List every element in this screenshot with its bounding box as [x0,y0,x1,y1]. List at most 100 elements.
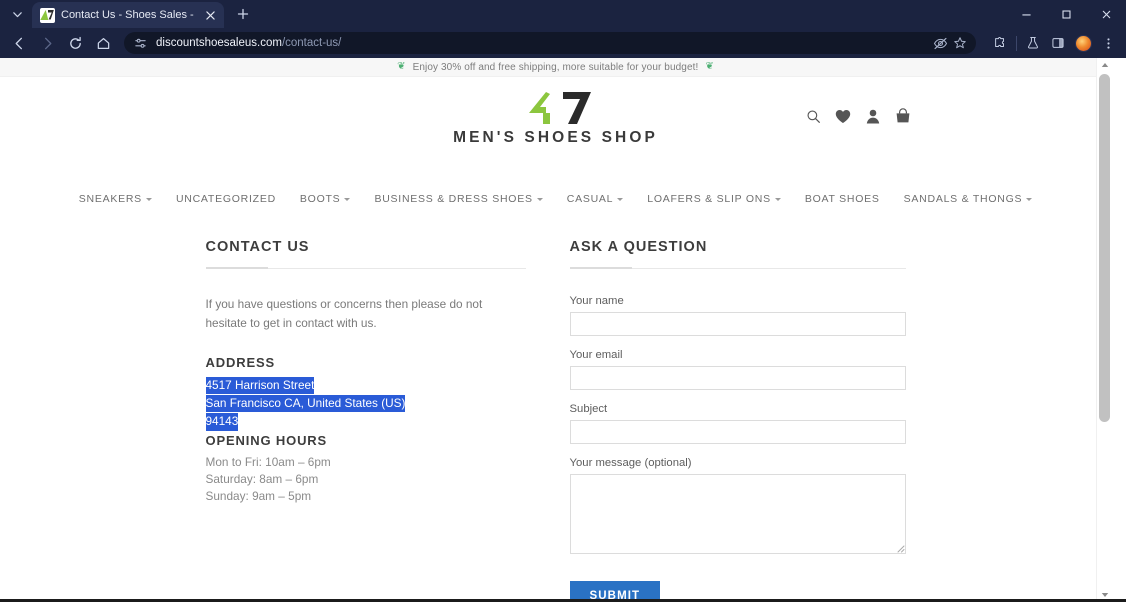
chevron-down-icon [617,198,624,201]
chrome-menu-icon[interactable] [1096,31,1120,55]
hours-line: Mon to Fri: 10am – 6pm [205,454,331,469]
field-label: Subject [569,403,608,415]
field-your-name: Your name [569,295,906,336]
field-label: Your email [569,349,623,361]
home-icon [97,37,109,49]
nav-label: UNCATEGORIZED [175,193,276,205]
field-label: Your message (optional) [569,457,692,469]
puzzle-icon [995,37,1004,47]
tab-strip: Contact Us - Shoes Sales - http [0,0,1126,28]
forward-button[interactable] [34,30,60,56]
browser-tab[interactable]: Contact Us - Shoes Sales - http [32,2,224,28]
lab-flask-icon[interactable] [1021,31,1045,55]
address-heading: ADDRESS [205,355,276,371]
bookmark-star-icon[interactable] [952,35,968,51]
nav-item-loafers-slip-ons[interactable]: LOAFERS & SLIP ONS [635,189,793,209]
website-content: ❦ Enjoy 30% off and free shipping, more … [0,58,1111,602]
chevron-down-icon [12,11,22,17]
triangle-up-icon [1101,63,1108,67]
contact-info-column: CONTACT US If you have questions or conc… [205,239,526,602]
browser-toolbar: discountshoesaleus.com/contact-us/ [0,28,1126,58]
toolbar-actions [984,31,1120,55]
field-your-email: Your email [569,349,906,390]
url-domain: discountshoesaleus.com [156,37,282,49]
promo-banner: ❦ Enjoy 30% off and free shipping, more … [0,58,1111,77]
search-icon[interactable] [805,107,821,125]
side-panel-icon[interactable] [1046,31,1070,55]
opening-hours-block: Mon to Fri: 10am – 6pm Saturday: 8am – 6… [206,454,526,505]
address-bar[interactable]: discountshoesaleus.com/contact-us/ [124,32,976,54]
nav-label: LOAFERS & SLIP ONS [647,193,771,205]
tab-close-button[interactable] [202,7,218,23]
main-navigation: SNEAKERS UNCATEGORIZED BOOTS BUSINESS & … [0,185,1111,219]
promo-text: Enjoy 30% off and free shipping, more su… [412,61,699,73]
hours-line: Saturday: 8am – 6pm [205,471,319,486]
page-title: CONTACT US [205,239,310,255]
ask-question-column: ASK A QUESTION Your name Your email Subj [569,239,906,602]
arrow-left-icon [15,37,22,49]
site-logo[interactable]: MEN'S SHOES SHOP [0,91,1111,147]
maximize-icon [1061,9,1071,19]
nav-item-business-dress-shoes[interactable]: BUSINESS & DRESS SHOES [362,189,554,209]
sliders-icon [134,38,146,48]
back-button[interactable] [6,30,32,56]
page-content: CONTACT US If you have questions or conc… [205,219,906,602]
nav-label: CASUAL [566,193,614,205]
nav-item-sandals-thongs[interactable]: SANDALS & THONGS [892,189,1045,209]
close-icon [205,10,215,20]
cart-bag-icon[interactable] [895,107,911,125]
person-icon [866,109,880,123]
home-button[interactable] [90,30,116,56]
url-text: discountshoesaleus.com/contact-us/ [156,37,924,49]
window-close-button[interactable] [1086,0,1126,28]
extensions-puzzle-icon[interactable] [988,31,1012,55]
site-favicon-icon [40,7,55,23]
close-icon [1102,10,1110,18]
title-divider [205,267,526,269]
nav-item-boots[interactable]: BOOTS [288,189,363,209]
scrollbar-thumb[interactable] [1099,74,1110,422]
form-title: ASK A QUESTION [569,239,708,255]
title-divider [569,267,906,269]
toolbar-divider [1016,35,1017,51]
triangle-down-icon [1101,593,1108,597]
field-subject: Subject [569,403,906,444]
nav-item-uncategorized[interactable]: UNCATEGORIZED [164,189,288,209]
eye-slash-icon[interactable] [932,35,948,51]
scroll-up-button[interactable] [1097,58,1112,72]
shopping-bag-icon [896,108,910,123]
chevron-down-icon [145,198,152,201]
flask-icon [1028,37,1038,49]
new-tab-button[interactable] [230,1,256,27]
nav-label: BOOTS [299,193,341,205]
contact-form: Your name Your email Subject Your messag… [569,295,906,602]
window-maximize-button[interactable] [1046,0,1086,28]
hide-password-icon [933,37,947,49]
name-input[interactable] [569,312,906,336]
reload-button[interactable] [62,30,88,56]
magnifier-icon [807,110,820,123]
page-scrollbar[interactable] [1096,58,1111,602]
kebab-menu-icon [1106,37,1110,49]
site-settings-icon[interactable] [132,35,148,51]
tab-search-button[interactable] [4,1,30,27]
window-minimize-button[interactable] [1006,0,1046,28]
subject-input[interactable] [569,420,906,444]
heart-icon [835,109,851,123]
address-line: 4517 Harrison Street [205,377,315,395]
omnibox-actions [932,35,968,51]
nav-item-sneakers[interactable]: SNEAKERS [67,189,164,209]
address-line: San Francisco CA, United States (US) [205,395,406,413]
profile-avatar-icon[interactable] [1071,31,1095,55]
email-input[interactable] [569,366,906,390]
message-textarea[interactable] [569,474,906,554]
logo-47-icon [519,91,593,125]
nav-item-casual[interactable]: CASUAL [555,189,636,209]
address-line: 94143 [205,413,239,431]
nav-item-boat-shoes[interactable]: BOAT SHOES [793,189,892,209]
field-label: Your name [569,295,624,307]
contact-intro-text: If you have questions or concerns then p… [205,297,483,331]
wishlist-heart-icon[interactable] [835,107,851,125]
chevron-down-icon [774,198,781,201]
account-person-icon[interactable] [865,107,881,125]
